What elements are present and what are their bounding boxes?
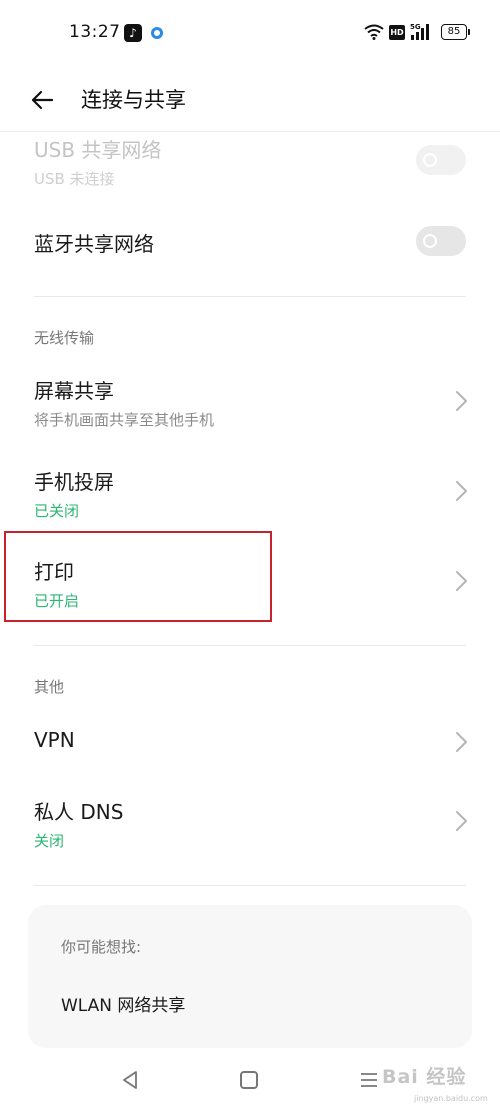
nav-recents-icon[interactable] xyxy=(360,1071,378,1089)
suggestions-title: 你可能想找: xyxy=(61,938,142,956)
nav-home-icon[interactable] xyxy=(240,1071,258,1089)
notification-dot-icon xyxy=(151,27,163,39)
signal-5g-icon: 5G xyxy=(410,23,429,40)
chevron-right-icon xyxy=(456,571,467,591)
section-divider xyxy=(34,296,466,297)
chevron-right-icon xyxy=(456,481,467,501)
section-header-wireless: 无线传输 xyxy=(34,329,95,347)
chevron-right-icon xyxy=(456,811,467,831)
watermark-logo: Bai 经验 xyxy=(382,1066,467,1088)
suggestion-item-wlan-sharing[interactable]: WLAN 网络共享 xyxy=(61,991,185,1016)
phone-cast-status: 已关闭 xyxy=(34,502,80,520)
private-dns-row[interactable]: 私人 DNS 关闭 xyxy=(0,788,500,858)
app-bar: 连接与共享 xyxy=(0,66,500,132)
watermark-url: jingyan.baidu.com xyxy=(414,1094,488,1103)
usb-tethering-subtitle: USB 未连接 xyxy=(34,170,115,188)
usb-tethering-title: USB 共享网络 xyxy=(34,138,162,162)
wifi-icon xyxy=(364,24,384,40)
battery-icon: 85 xyxy=(441,24,470,40)
screen-share-row[interactable]: 屏幕共享 将手机画面共享至其他手机 xyxy=(0,368,500,438)
screen-share-subtitle: 将手机画面共享至其他手机 xyxy=(34,411,215,429)
suggestions-card: 你可能想找: WLAN 网络共享 xyxy=(28,905,472,1048)
screen-share-title: 屏幕共享 xyxy=(34,379,114,403)
status-bar: 13:27 ♪ HD 5G 85 xyxy=(0,0,500,66)
vpn-row[interactable]: VPN xyxy=(0,712,500,774)
chevron-right-icon xyxy=(456,732,467,752)
status-time: 13:27 xyxy=(69,22,121,42)
bluetooth-tethering-toggle[interactable] xyxy=(416,226,466,256)
section-divider xyxy=(34,885,466,886)
chevron-right-icon xyxy=(456,391,467,411)
network-label: 5G xyxy=(410,23,421,31)
phone-cast-row[interactable]: 手机投屏 已关闭 xyxy=(0,459,500,529)
arrow-left-icon[interactable] xyxy=(26,84,58,116)
tiktok-icon: ♪ xyxy=(124,24,142,42)
private-dns-title: 私人 DNS xyxy=(34,800,124,824)
highlight-annotation-box xyxy=(4,531,272,622)
bluetooth-tethering-row[interactable]: 蓝牙共享网络 xyxy=(0,212,500,274)
bluetooth-tethering-title: 蓝牙共享网络 xyxy=(34,232,154,256)
usb-tethering-row: USB 共享网络 USB 未连接 xyxy=(0,132,500,202)
private-dns-status: 关闭 xyxy=(34,832,65,850)
phone-cast-title: 手机投屏 xyxy=(34,470,114,494)
usb-tethering-toggle xyxy=(416,145,466,175)
nav-back-icon[interactable] xyxy=(120,1070,140,1090)
vpn-title: VPN xyxy=(34,728,75,752)
section-header-other: 其他 xyxy=(34,678,65,696)
page-title: 连接与共享 xyxy=(81,88,186,112)
hd-icon: HD xyxy=(389,25,405,40)
section-divider xyxy=(34,645,466,646)
